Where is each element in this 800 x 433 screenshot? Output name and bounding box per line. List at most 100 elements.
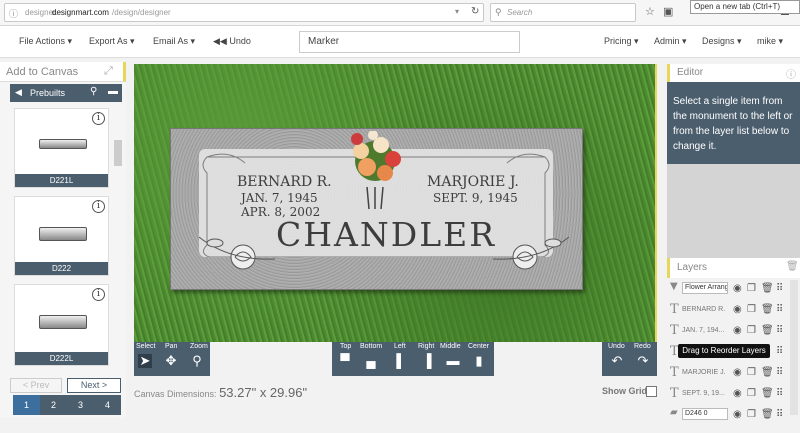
right-name-text[interactable]: MARJORIE J. bbox=[427, 174, 519, 190]
visibility-eye-icon[interactable]: ◉ bbox=[733, 283, 742, 294]
layer-name-input[interactable]: D246 0 bbox=[682, 408, 728, 420]
duplicate-icon[interactable]: ❐ bbox=[747, 283, 756, 294]
delete-icon[interactable]: 🗑 bbox=[761, 304, 774, 315]
pan-move-icon[interactable]: ✥ bbox=[164, 354, 178, 368]
left-birth-text[interactable]: JAN. 7, 1945 bbox=[241, 191, 318, 205]
reading-list-icon[interactable]: ▣ bbox=[663, 5, 673, 18]
text-layer-icon: T bbox=[670, 386, 679, 401]
designs-menu[interactable]: Designs ▾ bbox=[702, 36, 742, 47]
delete-icon[interactable]: 🗑 bbox=[761, 409, 774, 420]
trash-icon[interactable]: 🗑 bbox=[786, 261, 799, 272]
page-button-4[interactable]: 4 bbox=[94, 395, 121, 415]
align-center-icon[interactable]: ▮ bbox=[472, 354, 486, 368]
page-button-3[interactable]: 3 bbox=[67, 395, 94, 415]
align-bottom-icon[interactable]: ▄ bbox=[364, 354, 378, 368]
expand-icon[interactable]: ⤢ bbox=[104, 65, 113, 78]
export-as-menu[interactable]: Export As ▾ bbox=[89, 36, 135, 47]
text-layer-icon: T bbox=[670, 365, 679, 380]
info-icon[interactable]: i bbox=[92, 200, 105, 213]
user-menu[interactable]: mike ▾ bbox=[757, 36, 783, 47]
prebuilts-bar[interactable]: ◀ Prebuilts ⚲ ▬ bbox=[10, 84, 122, 102]
next-page-button[interactable]: Next > bbox=[67, 378, 121, 393]
duplicate-icon[interactable]: ❐ bbox=[747, 409, 756, 420]
layer-row[interactable]: T SEPT. 9, 19... ◉ ❐ 🗑 ⠿ bbox=[668, 384, 788, 405]
prebuilt-tile[interactable]: i D221L bbox=[14, 108, 109, 188]
layer-name-input[interactable]: Flower Arrang bbox=[682, 282, 728, 294]
drag-handle-icon[interactable]: ⠿ bbox=[776, 409, 783, 420]
undo-button[interactable]: ◀◀ Undo bbox=[213, 36, 251, 47]
pricing-menu[interactable]: Pricing ▾ bbox=[604, 36, 639, 47]
redo-tool-label: Redo bbox=[634, 343, 651, 350]
undo-arrow-icon[interactable]: ↶ bbox=[610, 354, 624, 368]
visibility-eye-icon[interactable]: ◉ bbox=[733, 304, 742, 315]
editor-message: Select a single item from the monument t… bbox=[667, 82, 800, 164]
info-icon[interactable]: ⓘ bbox=[786, 66, 796, 81]
bookmark-star-icon[interactable]: ☆ bbox=[645, 5, 655, 18]
product-type-field[interactable]: Marker bbox=[299, 31, 520, 53]
scrollbar-thumb[interactable] bbox=[114, 140, 122, 166]
visibility-eye-icon[interactable]: ◉ bbox=[733, 409, 742, 420]
url-bar[interactable]: ⓘ designer. designmart.com /design/desig… bbox=[4, 3, 484, 22]
info-icon[interactable]: ⓘ bbox=[9, 7, 18, 20]
drag-handle-icon[interactable]: ⠿ bbox=[776, 367, 783, 378]
prev-page-button[interactable]: < Prev bbox=[10, 378, 62, 393]
search-icon[interactable]: ⚲ bbox=[90, 86, 97, 97]
layer-row[interactable]: ▼ Flower Arrang ◉ ❐ 🗑 ⠿ bbox=[668, 279, 788, 300]
drag-handle-icon[interactable]: ⠿ bbox=[776, 346, 783, 357]
prebuilt-tile[interactable]: i D222 bbox=[14, 196, 109, 276]
layers-scrollbar[interactable] bbox=[790, 280, 798, 415]
visibility-eye-icon[interactable]: ◉ bbox=[733, 325, 742, 336]
delete-icon[interactable]: 🗑 bbox=[761, 388, 774, 399]
undo-label: Undo bbox=[229, 36, 251, 46]
flower-arrangement-icon[interactable] bbox=[337, 131, 413, 211]
align-left-label: Left bbox=[394, 343, 406, 350]
user-label: mike bbox=[757, 36, 777, 46]
duplicate-icon[interactable]: ❐ bbox=[747, 325, 756, 336]
browser-search-bar[interactable]: ⚲ Search bbox=[490, 3, 636, 22]
layer-row[interactable]: T MARJORIE J. ◉ ❐ 🗑 ⠿ bbox=[668, 363, 788, 384]
design-canvas[interactable]: BERNARD R. JAN. 7, 1945 APR. 8, 2002 MAR… bbox=[134, 64, 657, 342]
layer-row[interactable]: T JAN. 7, 194... ◉ ❐ 🗑 ⠿ bbox=[668, 321, 788, 342]
drag-handle-icon[interactable]: ⠿ bbox=[776, 325, 783, 336]
duplicate-icon[interactable]: ❐ bbox=[747, 304, 756, 315]
drag-handle-icon[interactable]: ⠿ bbox=[776, 388, 783, 399]
prebuilt-tile[interactable]: i D222L bbox=[14, 284, 109, 366]
reload-icon[interactable]: ↻ bbox=[471, 6, 479, 17]
info-icon[interactable]: i bbox=[92, 112, 105, 125]
page-button-2[interactable]: 2 bbox=[40, 395, 67, 415]
duplicate-icon[interactable]: ❐ bbox=[747, 367, 756, 378]
align-middle-icon[interactable]: ▬ bbox=[446, 354, 460, 368]
back-arrow-icon[interactable]: ◀ bbox=[15, 87, 22, 98]
visibility-eye-icon[interactable]: ◉ bbox=[733, 367, 742, 378]
surname-text[interactable]: CHANDLER bbox=[276, 215, 496, 254]
delete-icon[interactable]: 🗑 bbox=[761, 283, 774, 294]
align-top-label: Top bbox=[340, 343, 352, 350]
right-birth-text[interactable]: SEPT. 9, 1945 bbox=[433, 191, 518, 205]
monument-stone[interactable]: BERNARD R. JAN. 7, 1945 APR. 8, 2002 MAR… bbox=[170, 128, 583, 290]
dropdown-icon[interactable]: ▾ bbox=[455, 7, 459, 16]
drag-handle-icon[interactable]: ⠿ bbox=[776, 304, 783, 315]
email-as-menu[interactable]: Email As ▾ bbox=[153, 36, 195, 47]
layer-row[interactable]: ▰ D246 0 ◉ ❐ 🗑 ⠿ bbox=[668, 405, 788, 426]
collapse-icon[interactable]: ▬ bbox=[108, 86, 118, 97]
editor-empty-area bbox=[667, 164, 800, 258]
show-grid-checkbox[interactable] bbox=[646, 386, 657, 397]
info-icon[interactable]: i bbox=[92, 288, 105, 301]
align-right-icon[interactable]: ▐ bbox=[420, 354, 434, 368]
visibility-eye-icon[interactable]: ◉ bbox=[733, 388, 742, 399]
align-top-icon[interactable]: ▀ bbox=[338, 354, 352, 368]
page-button-1[interactable]: 1 bbox=[13, 395, 40, 415]
delete-icon[interactable]: 🗑 bbox=[761, 367, 774, 378]
admin-menu[interactable]: Admin ▾ bbox=[654, 36, 687, 47]
canvas-toolbar: Select Pan Zoom ➤ ✥ ⚲ Top Bottom Left Ri… bbox=[134, 342, 657, 376]
zoom-magnifier-icon[interactable]: ⚲ bbox=[190, 354, 204, 368]
drag-handle-icon[interactable]: ⠿ bbox=[776, 283, 783, 294]
file-actions-menu[interactable]: File Actions ▾ bbox=[19, 36, 72, 47]
align-left-icon[interactable]: ▌ bbox=[394, 354, 408, 368]
select-pointer-icon[interactable]: ➤ bbox=[138, 354, 152, 368]
layer-row[interactable]: T BERNARD R. ◉ ❐ 🗑 ⠿ bbox=[668, 300, 788, 321]
left-name-text[interactable]: BERNARD R. bbox=[237, 174, 332, 190]
duplicate-icon[interactable]: ❐ bbox=[747, 388, 756, 399]
delete-icon[interactable]: 🗑 bbox=[761, 325, 774, 336]
redo-arrow-icon[interactable]: ↷ bbox=[636, 354, 650, 368]
